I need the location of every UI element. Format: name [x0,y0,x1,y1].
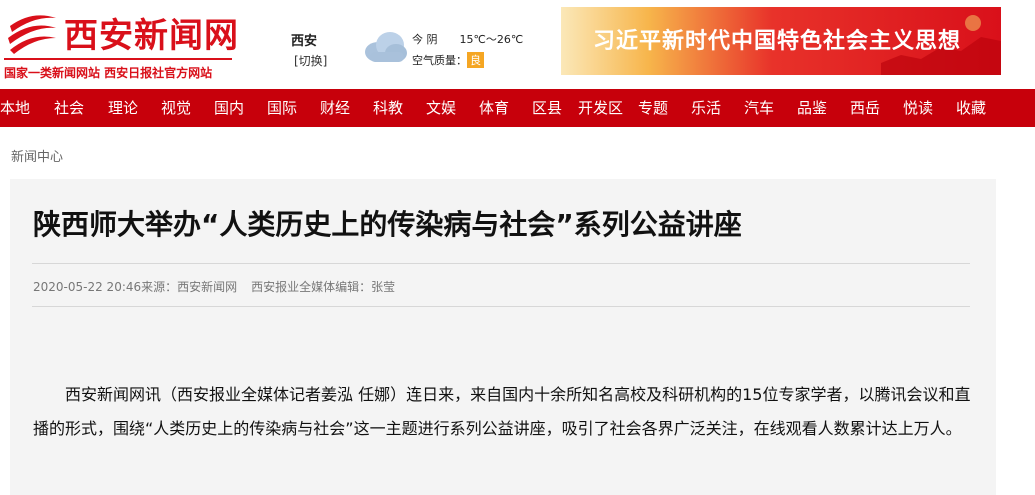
air-quality: 空气质量：良 [412,52,484,68]
nav-item-domestic[interactable]: 国内 [214,89,244,127]
nav-item-auto[interactable]: 汽车 [744,89,774,127]
city-switch-link[interactable]: [切换] [294,52,327,69]
logo-divider [4,58,232,60]
meta-divider [32,306,970,307]
site-slogan: 国家一类新闻网站 西安日报社官方网站 [4,66,213,80]
weather-condition: 今 阴 [412,33,438,46]
nav-item-districts[interactable]: 区县 [532,89,562,127]
nav-item-sports[interactable]: 体育 [479,89,509,127]
article-paragraph: 西安新闻网讯（西安报业全媒体记者姜泓 任娜）连日来，来自国内十余所知名高校及科研… [33,385,971,438]
article-source: 来源：西安新闻网 [141,280,238,294]
main-nav: 本地 社会 理论 视觉 国内 国际 财经 科教 文娱 体育 区县 开发区 专题 … [0,89,1035,127]
site-name: 西安新闻网 [64,16,239,56]
weather-today: 今 阴 15℃～26℃ [412,31,523,47]
nav-item-xiyue[interactable]: 西岳 [850,89,880,127]
article-editor: 西安报业全媒体编辑：张莹 [251,280,396,294]
nav-item-science[interactable]: 科教 [373,89,403,127]
logo-swoosh-icon [8,15,56,54]
nav-item-tasting[interactable]: 品鉴 [797,89,827,127]
weather-temperature: 15℃～26℃ [459,33,524,46]
nav-item-society[interactable]: 社会 [54,89,84,127]
banner-title: 习近平新时代中国特色社会主义思想 [593,29,962,54]
breadcrumb[interactable]: 新闻中心 [11,146,63,165]
site-header: 西安新闻网 国家一类新闻网站 西安日报社官方网站 西安 [切换] 今 阴 15℃～… [0,0,1035,89]
nav-item-finance[interactable]: 财经 [320,89,350,127]
nav-item-international[interactable]: 国际 [267,89,297,127]
weather-city: 西安 [291,34,318,49]
nav-item-collection[interactable]: 收藏 [956,89,986,127]
title-divider [32,263,970,264]
nav-item-topics[interactable]: 专题 [638,89,668,127]
nav-item-lifestyle[interactable]: 乐活 [691,89,721,127]
nav-item-local[interactable]: 本地 [0,89,30,127]
article-datetime: 2020-05-22 20:46 [33,280,142,294]
air-quality-badge: 良 [467,52,484,68]
site-logo[interactable]: 西安新闻网 国家一类新闻网站 西安日报社官方网站 [2,4,242,84]
nav-item-visual[interactable]: 视觉 [161,89,191,127]
nav-item-reading[interactable]: 悦读 [903,89,933,127]
article-title: 陕西师大举办“人类历史上的传染病与社会”系列公益讲座 [33,208,742,241]
promo-banner[interactable]: 习近平新时代中国特色社会主义思想 [561,7,1001,75]
nav-item-dev-zone[interactable]: 开发区 [578,89,623,127]
air-quality-label: 空气质量： [412,54,467,67]
nav-item-theory[interactable]: 理论 [108,89,138,127]
cloud-icon [365,32,407,62]
article-meta: 2020-05-22 20:46来源：西安新闻网 西安报业全媒体编辑：张莹 [33,278,395,295]
nav-item-entertainment[interactable]: 文娱 [426,89,456,127]
